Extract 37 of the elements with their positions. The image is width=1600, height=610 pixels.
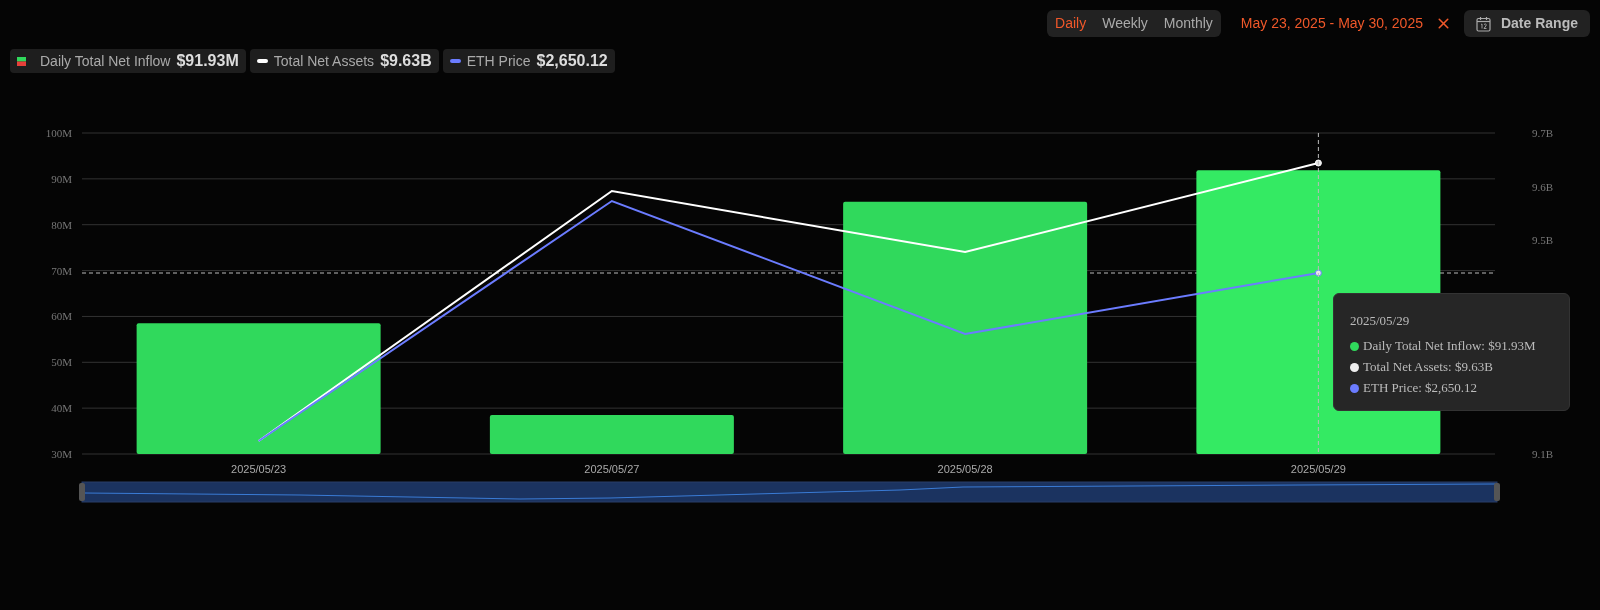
tooltip-row-text: ETH Price: $2,650.12 xyxy=(1363,379,1478,398)
y-axis-label: 100M xyxy=(45,127,72,139)
period-tab[interactable]: Daily xyxy=(1055,13,1087,34)
legend-bar-icon xyxy=(17,56,26,66)
tooltip-row-text: Total Net Assets: $9.63B xyxy=(1363,358,1493,377)
y-axis-label: 9.6B xyxy=(1532,180,1554,193)
tooltip-row-text: Daily Total Net Inflow: $91.93M xyxy=(1363,337,1536,356)
date-range-text: May 23, 2025 - May 30, 2025 xyxy=(1240,14,1423,33)
tooltip-title: 2025/05/29 xyxy=(1350,312,1410,330)
legend-chip[interactable]: ETH Price $2,650.12 xyxy=(442,49,615,73)
legend-label: Total Net Assets xyxy=(273,51,375,71)
y-axis-label: 60M xyxy=(51,310,72,323)
legend-label: ETH Price xyxy=(466,51,531,71)
y-axis-label: 9.7B xyxy=(1532,127,1554,139)
legend-label: Daily Total Net Inflow xyxy=(40,51,171,71)
y-axis-label: 70M xyxy=(51,264,72,277)
legend-value: $9.63B xyxy=(380,51,432,71)
y-axis-label: 40M xyxy=(51,402,72,415)
date-range-button[interactable]: Date Range xyxy=(1463,10,1590,37)
x-axis-label: 2025/05/28 xyxy=(937,463,993,475)
y-axis-label: 90M xyxy=(51,172,72,185)
legend-value: $2,650.12 xyxy=(536,51,608,71)
legend-chip[interactable]: Total Net Assets $9.63B xyxy=(249,49,439,73)
y-axis-label: 80M xyxy=(51,218,72,231)
y-axis-label: 30M xyxy=(51,448,72,460)
data-zoom-slider[interactable] xyxy=(79,481,1500,503)
x-axis-label: 2025/05/27 xyxy=(584,463,640,475)
period-tab[interactable]: Weekly xyxy=(1102,13,1148,34)
x-axis-label: 2025/05/29 xyxy=(1290,463,1346,475)
y-axis-label: 9.5B xyxy=(1532,234,1554,246)
calendar-icon xyxy=(1475,15,1491,32)
y-axis-label: 50M xyxy=(51,356,72,369)
legend-value: $91.93M xyxy=(176,51,239,71)
y-axis-label: 9.1B xyxy=(1532,448,1554,460)
x-axis-label: 2025/05/23 xyxy=(231,463,287,475)
period-tab[interactable]: Monthly xyxy=(1163,13,1213,34)
legend-chip[interactable]: Daily Total Net Inflow $91.93M xyxy=(10,49,246,73)
